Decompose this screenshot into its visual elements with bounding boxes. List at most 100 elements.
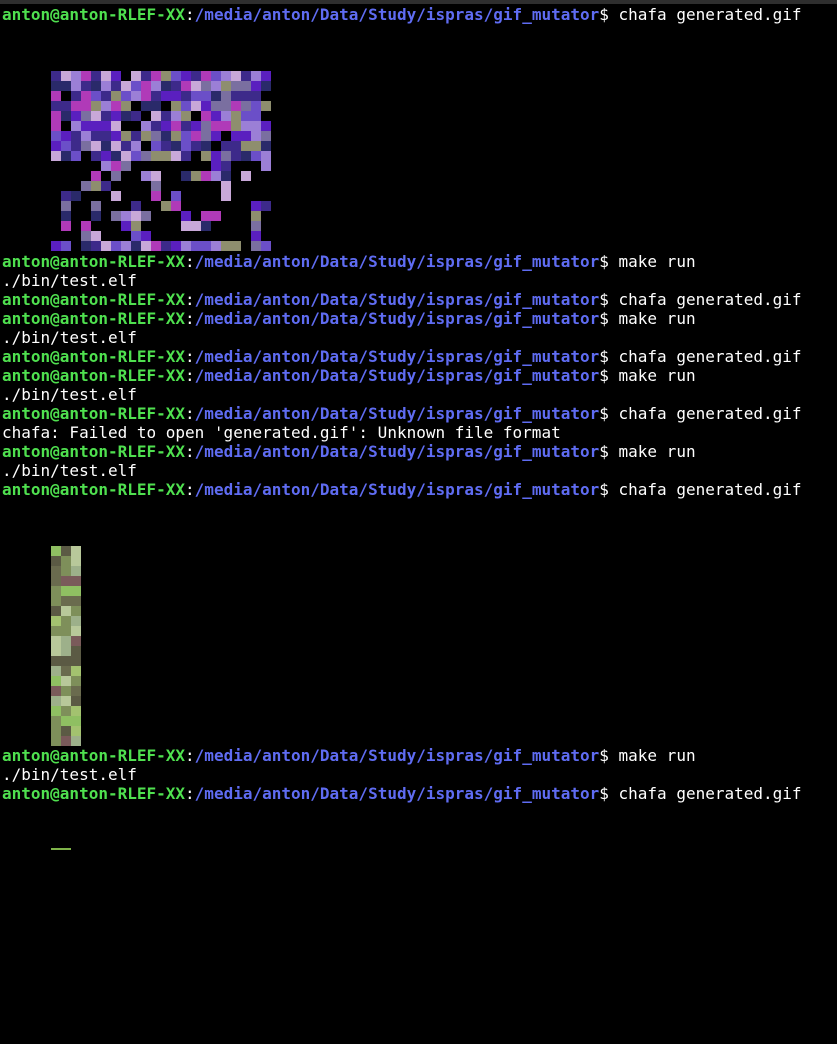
image-pixel	[81, 241, 91, 251]
image-pixel	[61, 586, 71, 596]
image-pixel	[101, 161, 111, 171]
image-pixel	[131, 151, 141, 161]
image-pixel	[251, 191, 261, 201]
image-pixel	[71, 636, 81, 646]
prompt-user: anton@anton-RLEF-XX	[2, 746, 186, 765]
image-pixel	[251, 81, 261, 91]
image-pixel	[171, 201, 181, 211]
image-pixel	[81, 181, 91, 191]
image-pixel	[121, 131, 131, 141]
image-pixel	[61, 636, 71, 646]
command-text: make run	[618, 746, 696, 765]
image-pixel	[191, 191, 201, 201]
image-pixel	[231, 161, 241, 171]
image-pixel	[251, 181, 261, 191]
image-pixel	[241, 101, 251, 111]
image-pixel	[71, 736, 81, 746]
image-pixel	[261, 221, 271, 231]
prompt-line: anton@anton-RLEF-XX:/media/anton/Data/St…	[2, 366, 696, 385]
image-pixel	[61, 576, 71, 586]
image-pixel	[91, 171, 101, 181]
image-pixel	[181, 101, 191, 111]
image-pixel	[241, 81, 251, 91]
prompt-user: anton@anton-RLEF-XX	[2, 347, 186, 366]
image-pixel	[201, 191, 211, 201]
image-pixel	[131, 181, 141, 191]
prompt-sign: $	[599, 442, 619, 461]
image-pixel	[101, 181, 111, 191]
image-pixel	[191, 231, 201, 241]
image-pixel	[111, 121, 121, 131]
image-pixel	[111, 241, 121, 251]
image-pixel	[261, 71, 271, 81]
image-pixel	[61, 161, 71, 171]
image-pixel	[201, 71, 211, 81]
image-pixel	[171, 91, 181, 101]
image-pixel	[121, 191, 131, 201]
image-pixel	[61, 81, 71, 91]
image-pixel	[111, 91, 121, 101]
command-text: chafa generated.gif	[618, 5, 802, 24]
image-pixel	[161, 111, 171, 121]
image-pixel	[101, 201, 111, 211]
image-pixel	[91, 141, 101, 151]
image-pixel	[261, 81, 271, 91]
image-pixel	[61, 221, 71, 231]
image-pixel	[241, 161, 251, 171]
image-pixel	[91, 81, 101, 91]
image-pixel	[211, 71, 221, 81]
image-pixel	[191, 111, 201, 121]
image-pixel	[161, 131, 171, 141]
prompt-sign: $	[599, 746, 619, 765]
image-pixel	[211, 141, 221, 151]
prompt-path: /media/anton/Data/Study/ispras/gif_mutat…	[194, 366, 600, 385]
command-text: chafa generated.gif	[618, 784, 802, 803]
image-pixel	[241, 201, 251, 211]
image-pixel	[101, 241, 111, 251]
output-line: chafa: Failed to open 'generated.gif': U…	[2, 423, 561, 442]
image-pixel	[151, 161, 161, 171]
image-pixel	[81, 81, 91, 91]
image-pixel	[171, 121, 181, 131]
image-pixel	[111, 141, 121, 151]
image-pixel	[71, 586, 81, 596]
image-pixel	[101, 141, 111, 151]
image-pixel	[171, 221, 181, 231]
prompt-user: anton@anton-RLEF-XX	[2, 309, 186, 328]
image-pixel	[211, 101, 221, 111]
prompt-path: /media/anton/Data/Study/ispras/gif_mutat…	[194, 5, 600, 24]
image-pixel	[121, 81, 131, 91]
image-pixel	[201, 151, 211, 161]
image-pixel	[151, 101, 161, 111]
image-pixel	[251, 141, 261, 151]
image-pixel	[251, 241, 261, 251]
image-pixel	[101, 101, 111, 111]
image-pixel	[171, 101, 181, 111]
image-pixel	[221, 141, 231, 151]
image-pixel	[71, 616, 81, 626]
image-pixel	[161, 201, 171, 211]
image-pixel	[111, 231, 121, 241]
image-pixel	[71, 716, 81, 726]
image-pixel	[151, 191, 161, 201]
image-pixel	[191, 171, 201, 181]
image-pixel	[251, 131, 261, 141]
image-pixel	[121, 241, 131, 251]
prompt-user: anton@anton-RLEF-XX	[2, 290, 186, 309]
image-pixel	[131, 221, 141, 231]
image-pixel	[71, 566, 81, 576]
prompt-sign: $	[599, 366, 619, 385]
image-pixel	[81, 151, 91, 161]
image-pixel	[71, 726, 81, 736]
image-pixel	[61, 111, 71, 121]
image-pixel	[171, 231, 181, 241]
image-pixel	[101, 131, 111, 141]
image-pixel	[241, 71, 251, 81]
image-pixel	[51, 131, 61, 141]
image-pixel	[71, 151, 81, 161]
image-pixel	[91, 131, 101, 141]
output-line: ./bin/test.elf	[2, 461, 137, 480]
image-pixel	[231, 71, 241, 81]
image-pixel	[131, 241, 141, 251]
image-pixel	[91, 151, 101, 161]
